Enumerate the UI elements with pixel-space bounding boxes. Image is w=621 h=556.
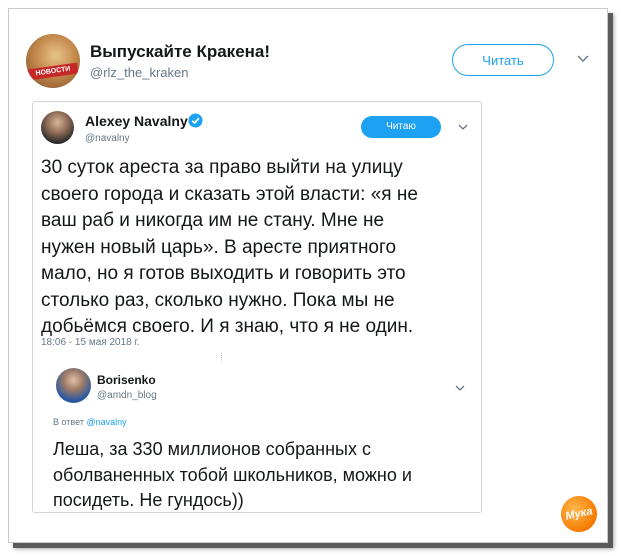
quoted-tweet-card[interactable]: Alexey Navalny @navalny Читаю 30 суток а… bbox=[32, 101, 482, 513]
quoted-author-handle[interactable]: @navalny bbox=[85, 133, 130, 144]
navalny-avatar[interactable] bbox=[41, 111, 74, 144]
quoted-author-name[interactable]: Alexey Navalny bbox=[85, 113, 188, 129]
reply-prefix: В ответ bbox=[53, 417, 84, 427]
tweet-timestamp[interactable]: 18:06 - 15 мая 2018 г. bbox=[41, 337, 140, 348]
reply-author-handle[interactable]: @amdn_blog bbox=[97, 390, 157, 401]
borisenko-avatar[interactable] bbox=[56, 368, 91, 403]
avatar-ribbon: НОВОСТИ bbox=[27, 62, 79, 81]
chevron-down-icon[interactable] bbox=[575, 52, 591, 66]
reply-author-name[interactable]: Borisenko bbox=[97, 373, 156, 387]
outer-author-handle[interactable]: @rlz_the_kraken bbox=[90, 65, 188, 80]
reply-to-line: В ответ @navalny bbox=[53, 417, 127, 427]
chevron-down-icon[interactable] bbox=[454, 383, 466, 393]
reply-text: Леша, за 330 миллионов собранных с оболв… bbox=[53, 439, 412, 510]
quoted-tweet-text: 30 суток ареста за право выйти на улицу … bbox=[41, 157, 418, 337]
reply-to-link[interactable]: @navalny bbox=[86, 417, 126, 427]
outer-author-name[interactable]: Выпускайте Кракена! bbox=[90, 42, 270, 62]
outer-avatar[interactable]: НОВОСТИ bbox=[26, 34, 80, 88]
reply-thread-divider bbox=[221, 353, 222, 362]
follow-button[interactable]: Читать bbox=[452, 44, 554, 76]
following-button[interactable]: Читаю bbox=[361, 116, 441, 138]
chevron-down-icon[interactable] bbox=[457, 122, 469, 132]
verified-badge-icon bbox=[188, 113, 203, 128]
